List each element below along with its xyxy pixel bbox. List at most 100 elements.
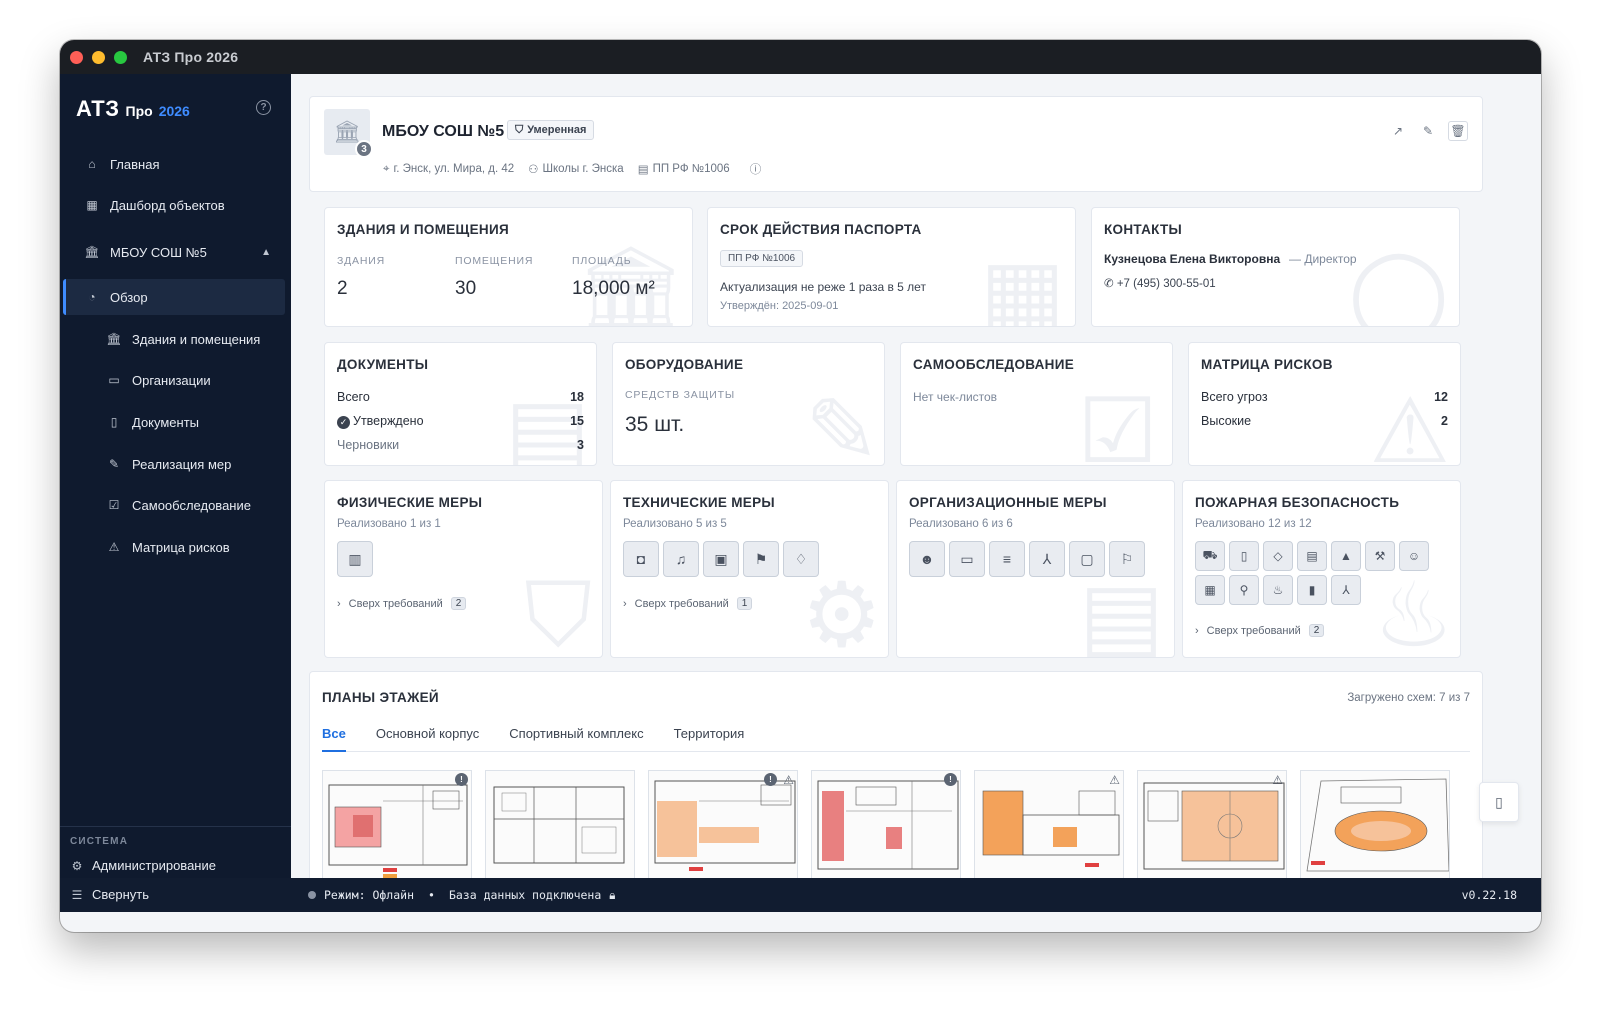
sidebar-item-selfcheck[interactable]: ☑ Самообследование — [66, 487, 285, 523]
status-db: База данных подключена — [448, 888, 602, 902]
sidebar-item-measures[interactable]: ✎ Реализация мер — [66, 446, 285, 482]
admin-link[interactable]: ⚙ Администрирование — [70, 858, 216, 873]
buildings-card[interactable]: 🏛︎ ЗДАНИЯ И ПОМЕЩЕНИЯ ЗДАНИЯ 2 ПОМЕЩЕНИЯ… — [324, 207, 693, 327]
sidebar-item-dashboard[interactable]: ▦ Дашборд объектов — [66, 187, 285, 223]
extinguisher-icon[interactable]: ▮ — [1297, 575, 1327, 605]
id-badge-icon[interactable]: ▭ — [949, 541, 985, 577]
gauge-icon: ◔ — [88, 290, 96, 304]
barrier-icon[interactable]: ⚑ — [743, 541, 779, 577]
sidebar: АТЗ Про 2026 ? ⌂ Главная ▦ Дашборд объек… — [60, 74, 291, 898]
technical-extra-toggle[interactable]: › Сверх требований 1 — [623, 597, 753, 610]
books-icon[interactable]: ≡ — [989, 541, 1025, 577]
hammer-icon[interactable]: ⚒ — [1365, 541, 1395, 571]
building-icon[interactable]: ▦ — [1195, 575, 1225, 605]
tab-sports-complex[interactable]: Спортивный комплекс — [509, 726, 643, 752]
guard-icon[interactable]: ☻ — [909, 541, 945, 577]
sidebar-item-label: Реализация мер — [132, 456, 232, 472]
equipment-card[interactable]: ✎ ОБОРУДОВАНИЕ СРЕДСТВ ЗАЩИТЫ 35 шт. — [612, 342, 885, 466]
schedule-icon[interactable]: ▢ — [1069, 541, 1105, 577]
object-address: г. Энск, ул. Мира, д. 42 — [393, 163, 515, 175]
door-icon[interactable]: ▯ — [1229, 541, 1259, 571]
sidebar-item-home[interactable]: ⌂ Главная — [66, 146, 285, 182]
close-window-button[interactable] — [70, 50, 83, 64]
technical-measures-card[interactable]: ⚙ ТЕХНИЧЕСКИЕ МЕРЫ Реализовано 5 из 5 ◘ … — [610, 480, 889, 658]
tab-territory[interactable]: Территория — [674, 726, 745, 752]
object-group: Школы г. Энска — [542, 163, 624, 175]
floor-plan-thumbnail[interactable]: ⚠ — [974, 770, 1124, 878]
fence-icon[interactable]: ▥ — [337, 541, 373, 577]
selfcheck-card[interactable]: ☑ САМООБСЛЕДОВАНИЕ Нет чек-листов — [900, 342, 1173, 466]
sidebar-item-organizations[interactable]: ▭ Организации — [66, 362, 285, 398]
evacuation-icon[interactable]: ⅄ — [1029, 541, 1065, 577]
floor-plan-thumbnail[interactable] — [1300, 770, 1450, 878]
fire-extra-toggle[interactable]: › Сверх требований 2 — [1195, 624, 1325, 637]
status-left: Режим: Офлайн • База данных подключена 🔒… — [308, 888, 615, 903]
equipment-card-title: ОБОРУДОВАНИЕ — [625, 357, 744, 372]
fire-safety-card[interactable]: ♨ ПОЖАРНАЯ БЕЗОПАСНОСТЬ Реализовано 12 и… — [1182, 480, 1461, 658]
sidebar-item-buildings[interactable]: 🏛︎ Здания и помещения — [66, 321, 285, 357]
hydrant-icon[interactable]: ⚲ — [1229, 575, 1259, 605]
floor-plan-thumbnails: ! ! ⚠ ! ⚠ ⚠ — [322, 770, 1450, 878]
flame-icon[interactable]: ♨ — [1263, 575, 1293, 605]
phone-icon: ✆ — [1104, 278, 1114, 290]
gear-bg-icon: ⚙ — [801, 566, 882, 658]
sidebar-item-object[interactable]: 🏛︎ МБОУ СОШ №5 ▲ — [66, 234, 285, 270]
fire-truck-icon[interactable]: ⛟ — [1195, 541, 1225, 571]
help-icon[interactable]: ? — [256, 100, 271, 115]
contacts-card[interactable]: ◯ КОНТАКТЫ Кузнецова Елена Викторовна — … — [1091, 207, 1460, 327]
bookmark-button[interactable]: ▯ — [1479, 782, 1519, 822]
evacuation-icon[interactable]: ⅄ — [1331, 575, 1361, 605]
bell-icon[interactable]: ♫ — [663, 541, 699, 577]
firefighter-icon[interactable]: ☺ — [1399, 541, 1429, 571]
fire-extra-count: 2 — [1308, 624, 1325, 637]
info-icon[interactable]: ⓘ — [750, 161, 762, 177]
area-value: 18,000 м² — [572, 278, 655, 299]
book-icon[interactable]: ▤ — [1297, 541, 1327, 571]
graduation-icon[interactable]: ▲ — [1331, 541, 1361, 571]
sidebar-item-label: Организации — [132, 372, 211, 388]
admin-label: Администрирование — [92, 858, 216, 873]
object-header-card: 🏛︎ 3 МБОУ СОШ №5 ⛉ Умеренная ⌖ г. Энск, у… — [309, 96, 1483, 192]
sidebar-item-documents[interactable]: ▯ Документы — [66, 404, 285, 440]
floor-plan-thumbnail[interactable]: ⚠ — [1137, 770, 1287, 878]
passport-card-title: СРОК ДЕЙСТВИЯ ПАСПОРТА — [720, 222, 922, 237]
id-card-icon: ▭ — [108, 373, 120, 387]
eraser-icon[interactable]: ◇ — [1263, 541, 1293, 571]
documents-total-row: Всего 18 — [337, 390, 584, 404]
floor-plan-thumbnail[interactable]: ! ⚠ — [648, 770, 798, 878]
floor-plan-thumbnail[interactable]: ! — [811, 770, 961, 878]
documents-card[interactable]: ▤ ДОКУМЕНТЫ Всего 18 ✓ Утверждено 15 Черн… — [324, 342, 597, 466]
shield-icon: ⛉ — [515, 123, 524, 136]
delete-icon[interactable]: 🗑︎ — [1448, 121, 1468, 141]
sidebar-item-label: Дашборд объектов — [110, 197, 225, 213]
risk-matrix-card[interactable]: ⚠ МАТРИЦА РИСКОВ Всего угроз 12 Высокие … — [1188, 342, 1461, 466]
sidebar-item-overview[interactable]: ◔ Обзор — [63, 279, 285, 315]
contact-phone-row[interactable]: ✆ +7 (495) 300-55-01 — [1104, 276, 1216, 290]
flag-icon[interactable]: ⚐ — [1109, 541, 1145, 577]
minimize-window-button[interactable] — [92, 50, 105, 64]
collapse-icon: ☰ — [71, 887, 83, 902]
physical-measures-card[interactable]: ⛉ ФИЗИЧЕСКИЕ МЕРЫ Реализовано 1 из 1 ▥ ›… — [324, 480, 603, 658]
sidebar-divider — [60, 826, 291, 827]
external-link-icon[interactable]: ↗ — [1388, 121, 1408, 141]
passport-card[interactable]: ▦ СРОК ДЕЙСТВИЯ ПАСПОРТА ПП РФ №1006 Акт… — [707, 207, 1076, 327]
camera-icon[interactable]: ◘ — [623, 541, 659, 577]
floor-plan-thumbnail[interactable] — [485, 770, 635, 878]
status-dot — [308, 891, 316, 899]
physical-extra-toggle[interactable]: › Сверх требований 2 — [337, 597, 467, 610]
collapse-sidebar-button[interactable]: ☰ Свернуть — [70, 887, 149, 902]
organizational-measures-icons: ☻ ▭ ≡ ⅄ ▢ ⚐ — [909, 541, 1145, 577]
edit-icon[interactable]: ✎ — [1418, 121, 1438, 141]
maximize-window-button[interactable] — [114, 50, 127, 64]
tab-all[interactable]: Все — [322, 726, 346, 752]
tab-main-building[interactable]: Основной корпус — [376, 726, 479, 752]
sidebar-item-risk-matrix[interactable]: ⚠ Матрица рисков — [66, 529, 285, 565]
intercom-icon[interactable]: ▣ — [703, 541, 739, 577]
passport-regulation-chip: ПП РФ №1006 — [720, 250, 804, 267]
equipment-label: СРЕДСТВ ЗАЩИТЫ — [625, 389, 735, 401]
lamp-icon[interactable]: ♢ — [783, 541, 819, 577]
document-icon: ▯ — [110, 415, 118, 429]
rooms-value: 30 — [455, 278, 477, 299]
floor-plan-thumbnail[interactable]: ! — [322, 770, 472, 878]
organizational-measures-card[interactable]: ▤ ОРГАНИЗАЦИОННЫЕ МЕРЫ Реализовано 6 из … — [896, 480, 1175, 658]
